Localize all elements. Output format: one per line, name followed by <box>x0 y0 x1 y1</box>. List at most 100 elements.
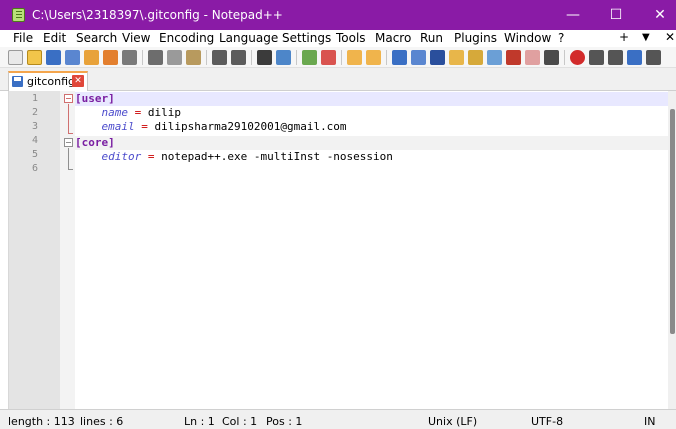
line-number: 2 <box>31 107 38 118</box>
line-number: 5 <box>31 149 38 160</box>
save-all-icon[interactable] <box>65 50 80 65</box>
scrollbar-thumb[interactable] <box>670 109 675 334</box>
menu-plugins[interactable]: Plugins <box>454 31 497 45</box>
title-bar: C:\Users\2318397\.gitconfig - Notepad++ … <box>0 0 676 30</box>
play-macro-icon[interactable] <box>608 50 623 65</box>
menu-tools[interactable]: Tools <box>336 31 366 45</box>
tab-gitconfig[interactable]: gitconfig ✕ <box>8 71 88 91</box>
menu-bar: File Edit Search View Encoding Language … <box>0 30 676 47</box>
replace-icon[interactable] <box>276 50 291 65</box>
paste-icon[interactable] <box>186 50 201 65</box>
close-tab-icon[interactable]: ✕ <box>72 75 84 87</box>
status-encoding[interactable]: UTF-8 <box>531 415 563 428</box>
config-key: name <box>101 106 129 119</box>
zoom-in-icon[interactable] <box>302 50 317 65</box>
menu-edit[interactable]: Edit <box>43 31 66 45</box>
notepad-plus-plus-app-icon <box>12 8 25 22</box>
maximize-button[interactable]: ☐ <box>596 3 636 27</box>
document-list-icon[interactable] <box>487 50 502 65</box>
status-eol-format[interactable]: Unix (LF) <box>428 415 477 428</box>
toolbar-separator <box>386 50 387 65</box>
show-all-characters-icon[interactable] <box>411 50 426 65</box>
fold-collapse-icon[interactable] <box>64 94 73 103</box>
current-line-highlight <box>75 92 669 106</box>
save-icon[interactable] <box>46 50 61 65</box>
copy-icon[interactable] <box>167 50 182 65</box>
fold-guide-end <box>68 133 73 134</box>
close-all-icon[interactable] <box>103 50 118 65</box>
toolbar-separator <box>142 50 143 65</box>
editor-area[interactable]: 1 2 3 4 5 6 [user] name = dilip email = … <box>8 91 669 409</box>
run-macro-multiple-icon[interactable] <box>627 50 642 65</box>
toolbar-separator <box>564 50 565 65</box>
tab-label: gitconfig <box>27 75 76 88</box>
toolbar-separator <box>296 50 297 65</box>
stop-macro-icon[interactable] <box>589 50 604 65</box>
status-column: Col : 1 <box>222 415 258 428</box>
sync-horizontal-icon[interactable] <box>366 50 381 65</box>
status-position: Pos : 1 <box>266 415 303 428</box>
status-lines: lines : 6 <box>80 415 124 428</box>
menu-view[interactable]: View <box>122 31 150 45</box>
code-area[interactable]: [user] name = dilip email = dilipsharma2… <box>75 91 669 409</box>
print-icon[interactable] <box>122 50 137 65</box>
new-tab-plus-button[interactable]: + <box>619 30 629 44</box>
menu-language[interactable]: Language <box>219 31 278 45</box>
menu-file[interactable]: File <box>13 31 33 45</box>
redo-icon[interactable] <box>231 50 246 65</box>
new-file-icon[interactable] <box>8 50 23 65</box>
menu-window[interactable]: Window <box>504 31 551 45</box>
tab-bar: gitconfig ✕ <box>0 68 676 91</box>
menu-macro[interactable]: Macro <box>375 31 411 45</box>
code-line: editor = notepad++.exe -multiInst -noses… <box>75 150 393 164</box>
menu-settings[interactable]: Settings <box>282 31 331 45</box>
save-macro-icon[interactable] <box>646 50 661 65</box>
close-document-button[interactable]: ✕ <box>665 30 675 44</box>
fold-guide-end <box>68 169 73 170</box>
equals-operator: = <box>134 120 155 133</box>
equals-operator: = <box>128 106 148 119</box>
vertical-scrollbar[interactable] <box>668 91 676 409</box>
fold-margin <box>60 91 75 409</box>
word-wrap-icon[interactable] <box>392 50 407 65</box>
config-value: dilip <box>147 106 181 119</box>
indent-guide-icon[interactable] <box>430 50 445 65</box>
close-window-button[interactable]: ✕ <box>640 3 676 27</box>
document-map-icon[interactable] <box>468 50 483 65</box>
menu-encoding[interactable]: Encoding <box>159 31 214 45</box>
status-length: length : 113 <box>8 415 75 428</box>
line-number: 3 <box>31 121 38 132</box>
minimize-button[interactable]: — <box>553 3 593 27</box>
code-line: email = dilipsharma29102001@gmail.com <box>75 120 347 134</box>
section-header: [user] <box>75 92 115 105</box>
toolbar-separator <box>251 50 252 65</box>
fold-collapse-icon[interactable] <box>64 138 73 147</box>
cut-icon[interactable] <box>148 50 163 65</box>
status-insert-mode[interactable]: IN <box>644 415 655 428</box>
record-macro-icon[interactable] <box>570 50 585 65</box>
open-folder-icon[interactable] <box>27 50 42 65</box>
close-file-icon[interactable] <box>84 50 99 65</box>
line-number: 4 <box>31 135 38 146</box>
function-list-icon[interactable] <box>506 50 521 65</box>
menu-run[interactable]: Run <box>420 31 443 45</box>
line-number: 6 <box>31 163 38 174</box>
zoom-out-icon[interactable] <box>321 50 336 65</box>
user-language-icon[interactable] <box>449 50 464 65</box>
fold-guide-line <box>68 104 69 134</box>
status-bar: length : 113 lines : 6 Ln : 1 Col : 1 Po… <box>0 409 676 429</box>
section-header: [core] <box>75 136 115 149</box>
find-icon[interactable] <box>257 50 272 65</box>
sync-vertical-icon[interactable] <box>347 50 362 65</box>
menu-search[interactable]: Search <box>76 31 117 45</box>
tab-list-dropdown-button[interactable]: ▼ <box>642 32 650 43</box>
menu-help[interactable]: ? <box>558 31 564 45</box>
undo-icon[interactable] <box>212 50 227 65</box>
config-value: dilipsharma29102001@gmail.com <box>154 120 347 133</box>
monitoring-eye-icon[interactable] <box>544 50 559 65</box>
folder-as-workspace-icon[interactable] <box>525 50 540 65</box>
config-key: email <box>101 120 135 133</box>
line-highlight <box>75 136 669 150</box>
